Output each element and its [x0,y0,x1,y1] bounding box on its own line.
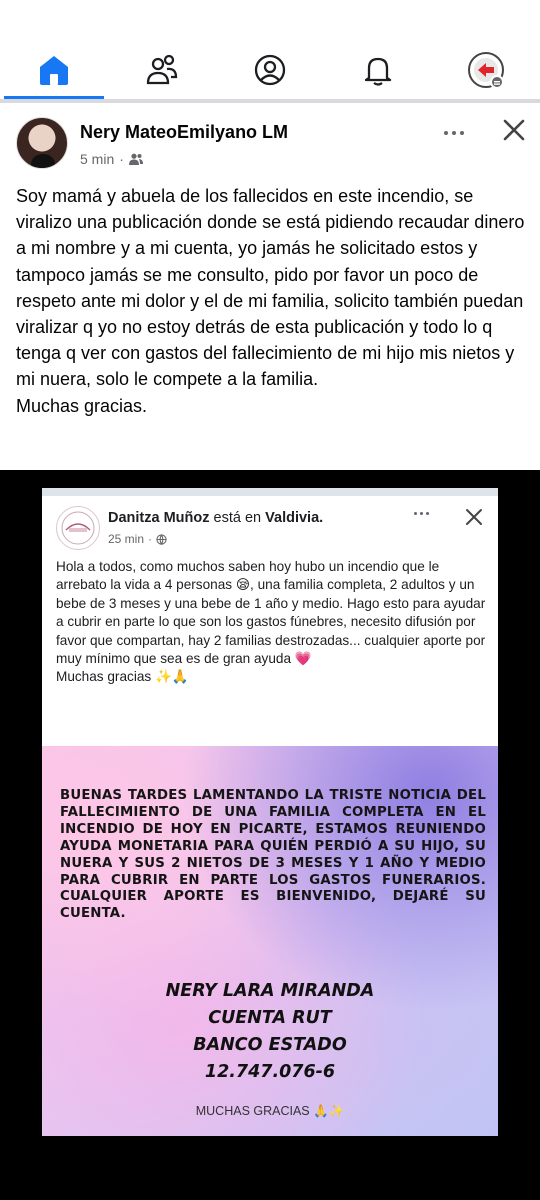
more-options-icon[interactable] [436,123,472,143]
menu-profile-avatar-icon[interactable] [466,50,506,90]
screenshot-top-bar [42,488,498,496]
account-type: CUENTA RUT [208,1008,332,1028]
shared-meta-separator: · [148,532,153,546]
notifications-bell-icon[interactable] [358,50,398,90]
post-meta: 5 min · [80,151,143,167]
shared-author-line: Danitza Muñoz está en Valdivia. [108,510,323,526]
home-icon[interactable] [34,50,74,90]
account-number: 12.747.076-6 [204,1062,336,1082]
flyer-thanks: MUCHAS GRACIAS 🙏✨ [195,1104,345,1118]
shared-time: 25 min [108,532,145,546]
meta-separator: · [119,151,124,167]
shared-author-avatar [56,506,100,550]
top-navigation-bar [0,0,540,103]
shared-post-text: Hola a todos, como muchos saben hoy hubo… [56,559,486,685]
globe-icon [156,533,167,545]
shared-location: Valdivia. [265,510,324,526]
post-text: Soy mamá y abuela de los fallecidos en e… [16,186,525,416]
post-author-name[interactable]: Nery MateoEmilyano LM [80,122,288,143]
shared-more-options-icon [414,512,429,515]
account-holder-name: NERY LARA MIRANDA [165,981,375,1001]
close-icon[interactable] [500,116,528,144]
account-details: NERY LARA MIRANDA CUENTA RUT BANCO ESTAD… [42,978,498,1086]
bank-name: BANCO ESTADO [193,1035,347,1055]
shared-close-icon [464,507,484,527]
friends-icon[interactable] [142,50,182,90]
shared-meta: 25 min · [108,532,167,546]
post-time[interactable]: 5 min [80,151,114,167]
shared-screenshot-image[interactable]: Danitza Muñoz está en Valdivia. 25 min ·… [42,488,498,1136]
shared-author-name: Danitza Muñoz [108,510,210,526]
author-avatar[interactable] [16,117,68,169]
flyer-message: BUENAS TARDES LAMENTANDO LA TRISTE NOTIC… [60,788,486,922]
friends-audience-icon [128,153,143,165]
post-card: Nery MateoEmilyano LM 5 min · Soy mamá y… [0,103,540,470]
shared-connector: está en [213,510,262,526]
profile-icon[interactable] [250,50,290,90]
donation-flyer: BUENAS TARDES LAMENTANDO LA TRISTE NOTIC… [42,746,498,1136]
